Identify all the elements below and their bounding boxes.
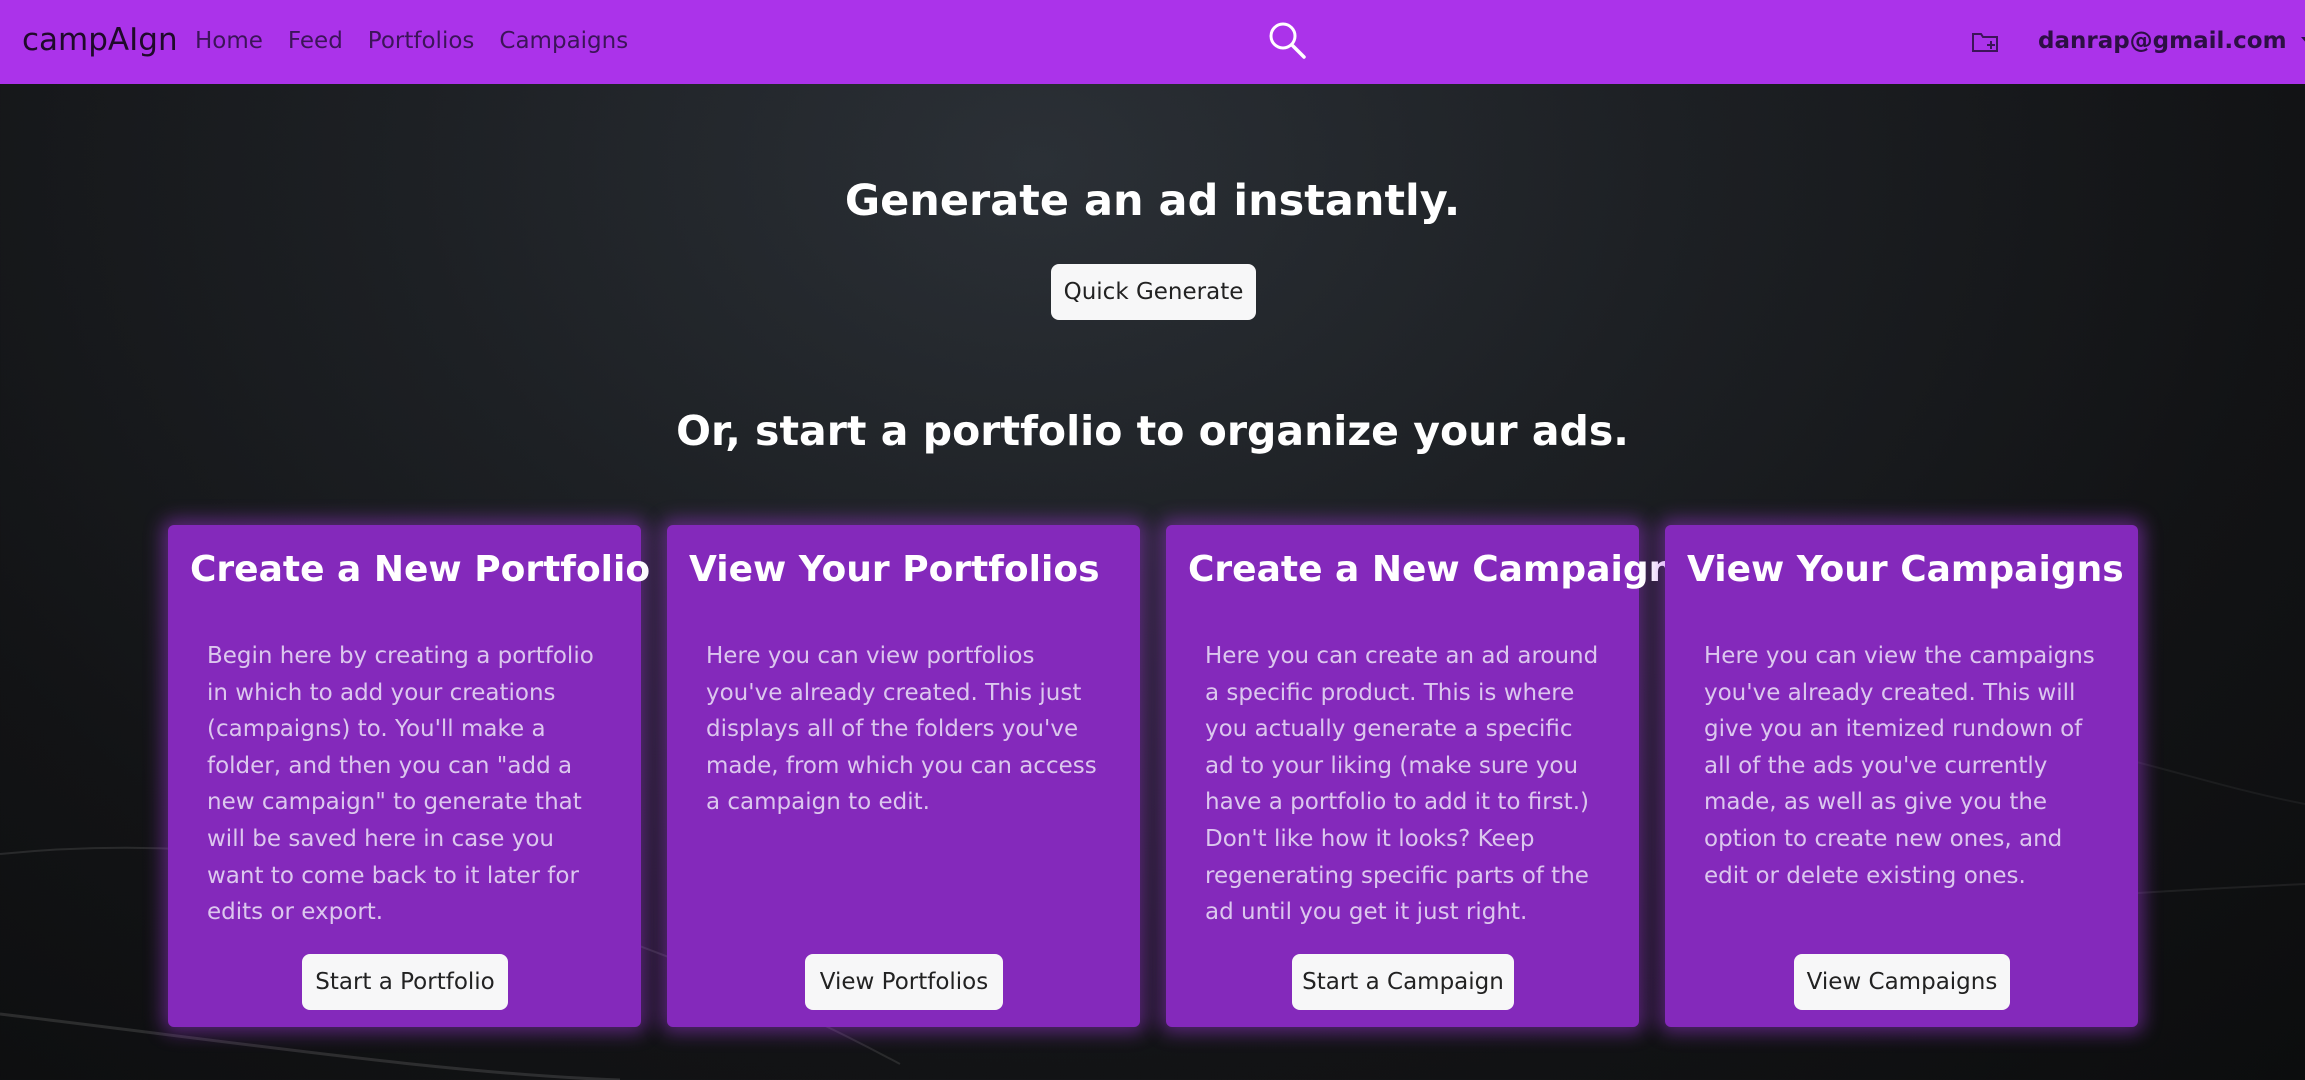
hero-title: Generate an ad instantly.	[844, 176, 1461, 226]
view-portfolios-button[interactable]: View Portfolios	[805, 954, 1003, 1010]
card-create-campaign: Create a New Campaign Here you can creat…	[1166, 525, 1674, 1027]
folder-icon[interactable]	[1971, 30, 1999, 54]
quick-generate-button[interactable]: Quick Generate	[1051, 264, 1256, 320]
card-title: View Your Portfolios	[689, 549, 1100, 590]
card-description: Here you can view the campaigns you've a…	[1704, 643, 2095, 889]
card-description: Begin here by creating a portfolio in wh…	[207, 643, 594, 926]
card-view-campaigns: View Your Campaigns Here you can view th…	[1665, 525, 2138, 1027]
user-menu-dropdown[interactable]: danrap@gmail.com	[2038, 28, 2305, 54]
search-icon[interactable]	[1267, 20, 1307, 60]
nav-link-portfolios[interactable]: Portfolios	[368, 28, 475, 54]
offscreen-section-heading	[160, 1058, 1060, 1080]
brand-logo[interactable]: campAIgn	[22, 22, 178, 58]
nav-link-home[interactable]: Home	[195, 28, 263, 54]
card-description: Here you can create an ad around a speci…	[1205, 643, 1599, 926]
card-title: View Your Campaigns	[1687, 549, 2124, 590]
caret-down-icon	[2300, 37, 2305, 45]
card-title: Create a New Campaign	[1188, 549, 1675, 590]
card-title: Create a New Portfolio	[190, 549, 651, 590]
nav-links: Home Feed Portfolios Campaigns	[195, 28, 628, 54]
view-campaigns-button[interactable]: View Campaigns	[1794, 954, 2010, 1010]
start-portfolio-button[interactable]: Start a Portfolio	[302, 954, 508, 1010]
user-email: danrap@gmail.com	[2038, 28, 2287, 54]
card-view-portfolios: View Your Portfolios Here you can view p…	[667, 525, 1140, 1027]
top-navbar: campAIgn Home Feed Portfolios Campaigns …	[0, 0, 2305, 84]
start-campaign-button[interactable]: Start a Campaign	[1292, 954, 1514, 1010]
portfolio-section-title: Or, start a portfolio to organize your a…	[676, 407, 1629, 455]
nav-link-feed[interactable]: Feed	[288, 28, 343, 54]
card-create-portfolio: Create a New Portfolio Begin here by cre…	[168, 525, 650, 1027]
nav-link-campaigns[interactable]: Campaigns	[499, 28, 628, 54]
card-description: Here you can view portfolios you've alre…	[706, 643, 1097, 816]
